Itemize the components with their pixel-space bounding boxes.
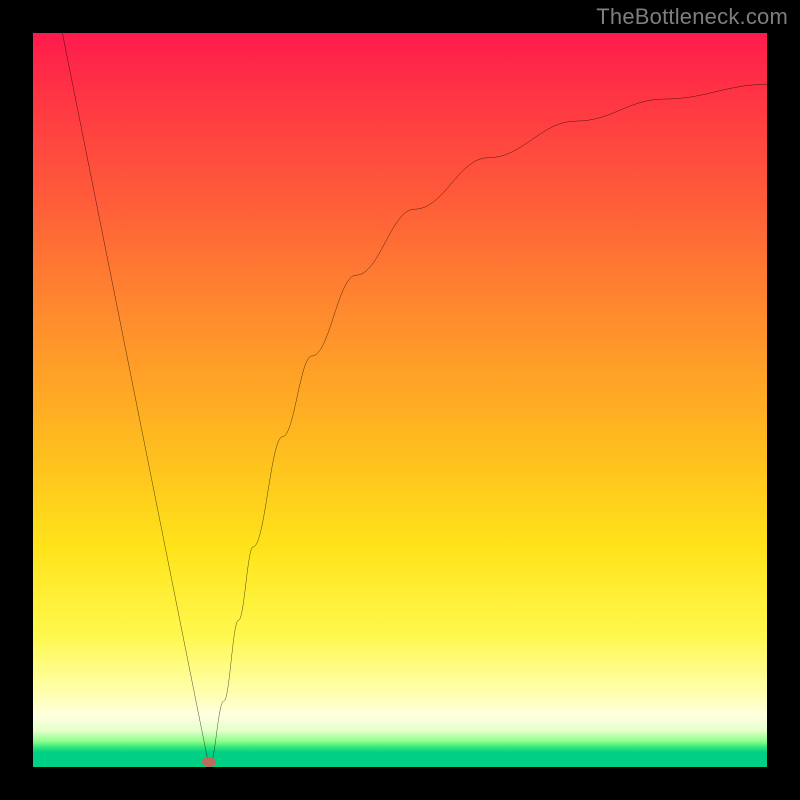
bottleneck-curve [33, 33, 767, 767]
attribution-text: TheBottleneck.com [596, 4, 788, 30]
chart-frame: TheBottleneck.com [0, 0, 800, 800]
minimum-marker [202, 757, 216, 767]
plot-area [33, 33, 767, 767]
